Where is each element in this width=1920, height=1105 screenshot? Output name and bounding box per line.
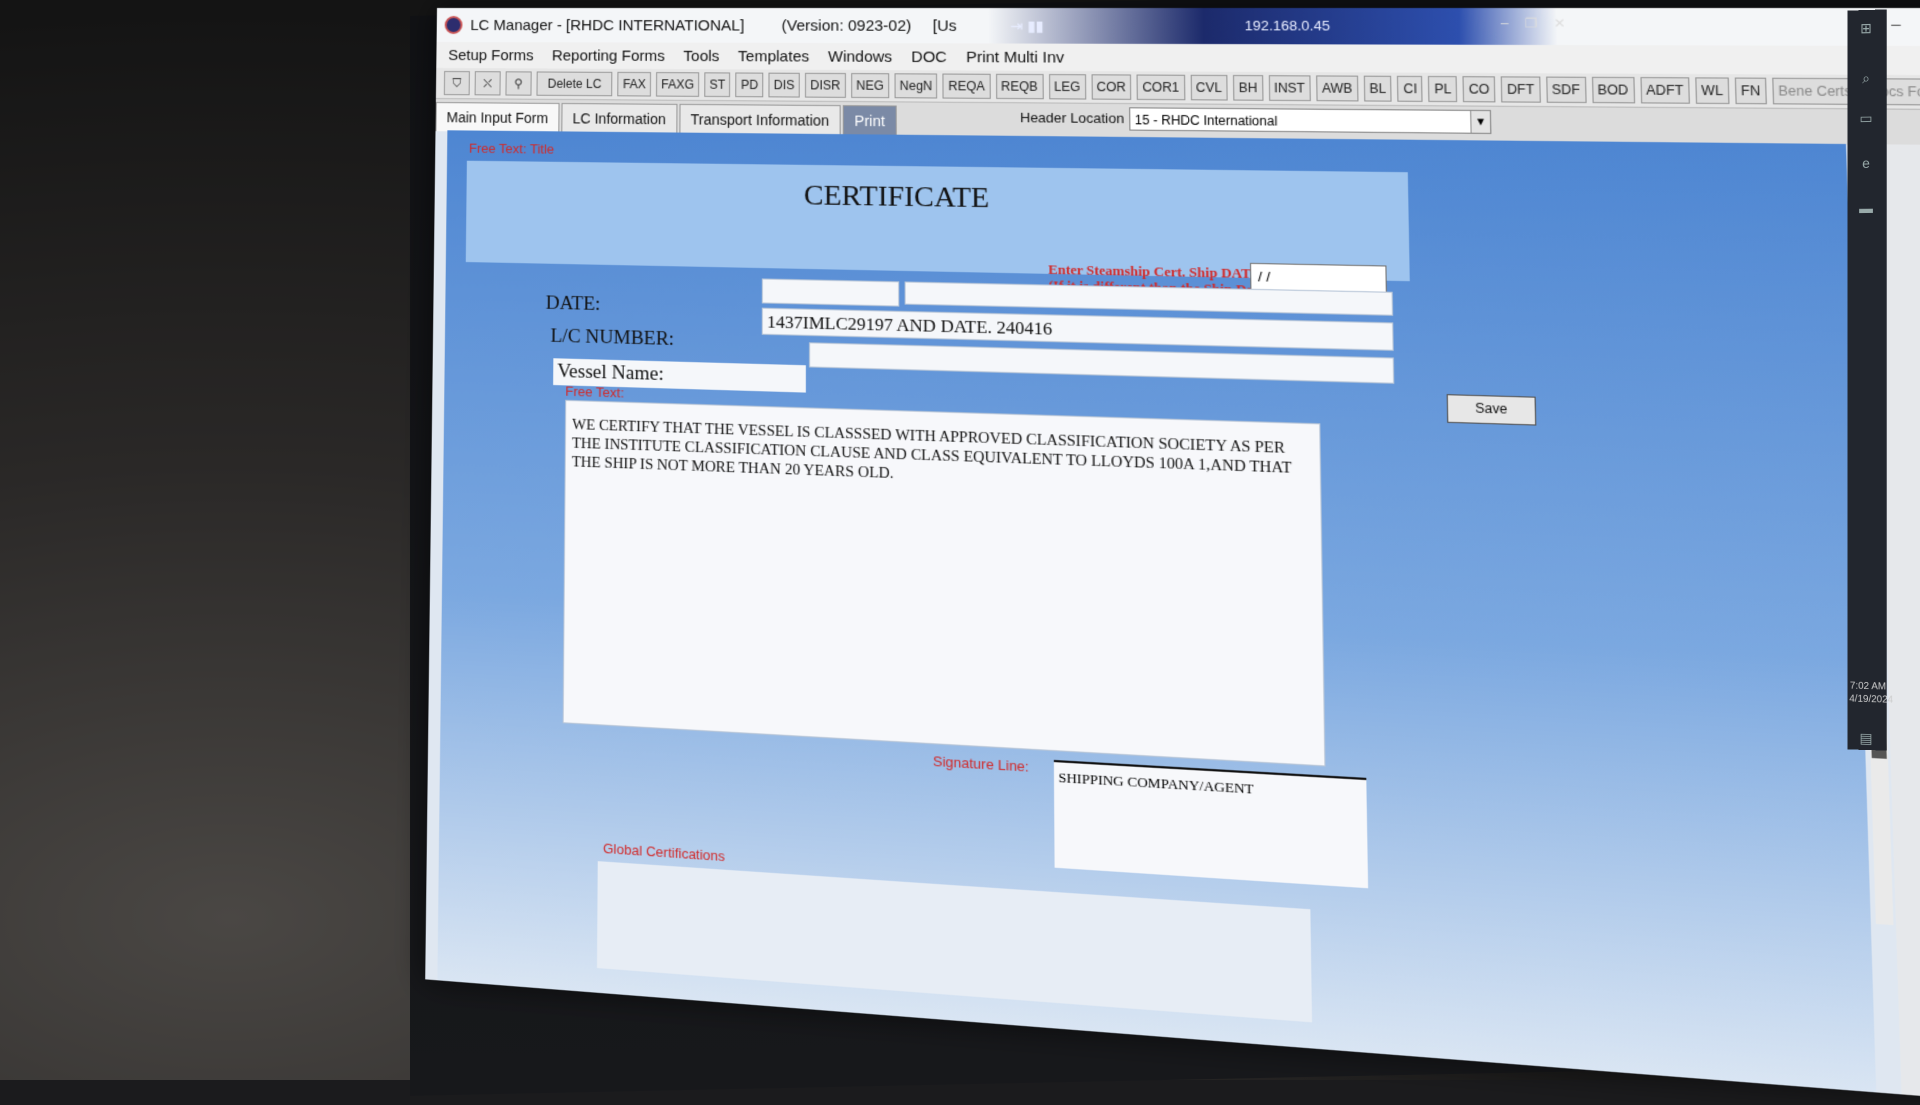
toolbar-button[interactable]: NegN (894, 73, 938, 99)
tab-transport-information[interactable]: Transport Information (679, 103, 841, 136)
delete-lc-button[interactable]: Delete LC (536, 71, 613, 97)
version-label: (Version: 0923-02) (781, 16, 912, 35)
toolbar-button[interactable]: SDF (1545, 76, 1587, 104)
clock-time: 7:02 AM (1849, 680, 1887, 693)
restore-icon[interactable]: ❐ (1525, 16, 1538, 31)
menu-tools[interactable]: Tools (683, 47, 719, 65)
app-icon (444, 15, 463, 35)
header-location-select[interactable]: 15 - RHDC International ▼ (1129, 107, 1492, 134)
window-title: LC Manager - [RHDC INTERNATIONAL] (470, 16, 745, 35)
system-clock[interactable]: 7:02 AM 4/19/2024 (1849, 680, 1894, 707)
file-explorer-icon[interactable]: ▬ (1857, 200, 1875, 218)
minimize-icon[interactable]: – (1891, 15, 1901, 34)
toolbar-button[interactable]: PL (1428, 75, 1458, 103)
minimize-icon[interactable]: – (1501, 16, 1509, 31)
save-button[interactable]: Save (1446, 394, 1537, 426)
user-label: [Us (932, 16, 957, 35)
lc-number-label: L/C NUMBER: (550, 325, 675, 351)
free-text-input[interactable]: WE CERTIFY THAT THE VESSEL IS CLASSSED W… (562, 399, 1326, 767)
menu-print-multi-inv[interactable]: Print Multi Inv (966, 48, 1064, 66)
toolbar-button[interactable]: DFT (1500, 76, 1541, 103)
windows-start-icon[interactable]: ⊞ (1857, 20, 1875, 38)
monitor-screen: LC Manager - [RHDC INTERNATIONAL] (Versi… (425, 8, 1920, 1105)
clear-filter-icon[interactable]: ⛌ (474, 71, 501, 96)
toolbar-button[interactable]: BOD (1591, 76, 1635, 104)
toolbar-button[interactable]: BH (1232, 74, 1264, 101)
menu-doc[interactable]: DOC (911, 48, 947, 66)
toolbar-button[interactable]: CVL (1190, 74, 1228, 101)
toolbar-button[interactable]: LEG (1048, 74, 1086, 100)
toolbar-button[interactable]: NEG (850, 73, 890, 99)
toolbar-button[interactable]: PD (735, 72, 764, 98)
menu-setup-forms[interactable]: Setup Forms (448, 46, 534, 63)
toolbar-button[interactable]: REQA (942, 73, 991, 99)
toolbar-button[interactable]: AWB (1316, 75, 1359, 102)
window-controls: – ❐ ✕ (1891, 15, 1920, 34)
date-input[interactable] (761, 278, 900, 307)
edge-browser-icon[interactable]: e (1857, 155, 1875, 173)
global-certifications-label: Global Certifications (602, 840, 725, 865)
windows-taskbar: ⊞ ⌕ ▭ e ▬ 7:02 AM 4/19/2024 ▤ (1847, 9, 1894, 751)
window-titlebar: LC Manager - [RHDC INTERNATIONAL] (Versi… (436, 8, 1920, 47)
remote-window-controls: – ❐ ✕ (1501, 16, 1566, 31)
bene-certs-dropdown[interactable]: Bene Certs (1772, 77, 1859, 105)
title-value: CERTIFICATE (803, 179, 990, 215)
toolbar-button[interactable]: REQB (995, 73, 1044, 100)
toolbar-button[interactable]: FN (1734, 77, 1767, 105)
date-label: DATE: (545, 292, 601, 316)
toolbar-button[interactable]: DIS (768, 72, 800, 98)
network-signal-icon: ⇥ ▮▮ (1010, 16, 1044, 34)
toolbar-button[interactable]: COR1 (1136, 74, 1185, 101)
certificate-form: CERTIFICATE Free Text: Title Enter Steam… (437, 130, 1877, 1093)
toolbar-button[interactable]: INST (1268, 75, 1311, 102)
toolbar-button[interactable]: FAX (617, 71, 652, 97)
global-certifications-box[interactable] (597, 861, 1313, 1023)
toolbar-button[interactable]: DISR (805, 72, 846, 98)
signature-line-input[interactable]: SHIPPING COMPANY/AGENT (1053, 759, 1369, 889)
tab-main-input-form[interactable]: Main Input Form (435, 102, 560, 133)
toolbar-button[interactable]: BL (1363, 75, 1393, 102)
toolbar-button[interactable]: CO (1462, 76, 1496, 103)
title-label: Free Text: Title (468, 140, 555, 157)
toolbar-button[interactable]: ADFT (1639, 77, 1690, 104)
chevron-down-icon[interactable]: ▼ (1470, 110, 1491, 133)
toolbar-button[interactable]: CI (1397, 75, 1424, 102)
menu-templates[interactable]: Templates (738, 47, 809, 65)
menu-reporting-forms[interactable]: Reporting Forms (552, 47, 665, 65)
toolbar-button[interactable]: WL (1695, 77, 1730, 105)
header-location-value: 15 - RHDC International (1134, 112, 1278, 129)
filter-icon[interactable]: ⛉ (443, 71, 470, 96)
tab-lc-information[interactable]: LC Information (561, 102, 678, 134)
toolbar-button[interactable]: FAXG (656, 72, 700, 97)
menu-windows[interactable]: Windows (828, 48, 892, 66)
toolbar-button[interactable]: COR (1091, 74, 1132, 100)
ip-address: 192.168.0.45 (1244, 17, 1331, 34)
header-location-label: Header Location (1020, 109, 1125, 127)
tab-print[interactable]: Print (842, 105, 897, 136)
free-text-label: Free Text: (565, 383, 625, 401)
task-view-icon[interactable]: ▭ (1857, 110, 1875, 128)
search-icon[interactable]: ⌕ (1857, 70, 1875, 88)
clock-date: 4/19/2024 (1849, 693, 1894, 706)
notification-icon[interactable]: ▤ (1857, 730, 1875, 749)
binoculars-icon[interactable]: ⚲ (505, 71, 532, 96)
toolbar-button[interactable]: ST (704, 72, 731, 98)
close-icon[interactable]: ✕ (1553, 16, 1565, 31)
signature-line-label: Signature Line: (932, 752, 1029, 775)
